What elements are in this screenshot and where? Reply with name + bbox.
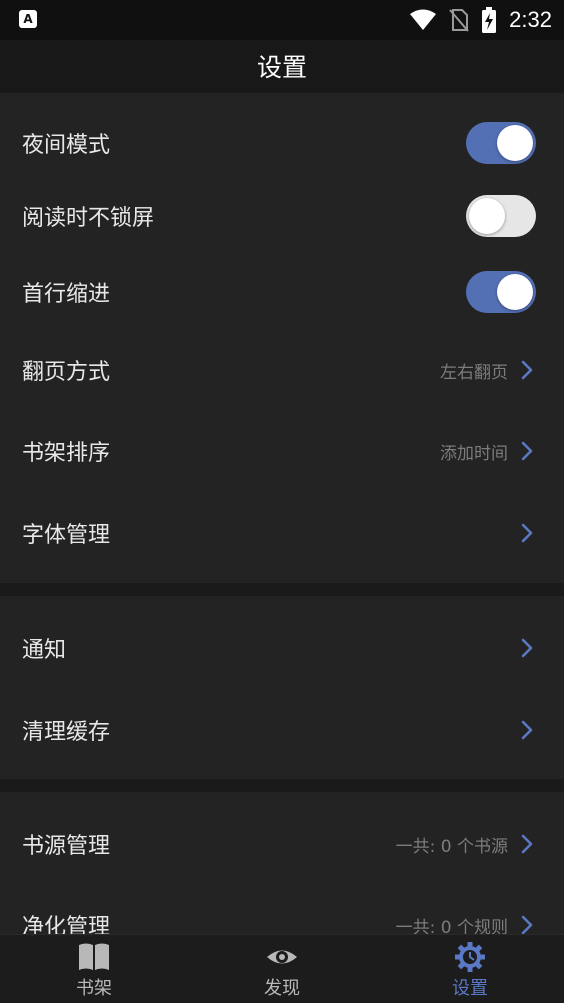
chevron-right-icon [521,915,533,935]
setting-value: 左右翻页 [440,362,508,383]
setting-label: 翻页方式 [22,360,111,385]
setting-value: 一共: 0 个书源 [395,836,508,857]
gear-icon [455,942,485,972]
app-bar: 设置 [0,40,564,92]
nav-tab-discover[interactable]: 发现 [188,935,376,1003]
setting-font-management[interactable]: 字体管理 [0,493,564,573]
setting-label: 阅读时不锁屏 [22,206,155,231]
nav-label: 发现 [264,978,300,999]
battery-charging-icon [482,7,497,33]
setting-label: 通知 [22,638,67,663]
page-title: 设置 [256,53,307,82]
setting-notification[interactable]: 通知 [0,608,564,688]
setting-label: 书架排序 [22,441,111,466]
status-icons: 2:32 [409,6,552,34]
setting-label: 书源管理 [22,834,111,859]
nav-tab-bookshelf[interactable]: 书架 [0,935,188,1003]
keep-screen-on-toggle[interactable] [466,195,536,237]
setting-label: 清理缓存 [22,720,111,745]
chevron-right-icon [521,720,533,740]
setting-label: 首行缩进 [22,282,111,307]
app-notification-icon: A [19,10,37,28]
no-sim-icon [449,9,469,32]
status-bar: A 2:32 [0,0,564,40]
setting-page-turn-mode[interactable]: 翻页方式 左右翻页 [0,330,564,410]
setting-source-management[interactable]: 书源管理 一共: 0 个书源 [0,804,564,884]
setting-first-line-indent[interactable]: 首行缩进 [0,253,564,331]
eye-icon [267,950,297,964]
bottom-navigation: 书架 发现 设置 [0,934,564,1003]
setting-keep-screen-on[interactable]: 阅读时不锁屏 [0,177,564,255]
setting-value: 添加时间 [440,443,508,464]
wifi-icon [410,9,437,30]
nav-label: 书架 [76,978,112,999]
chevron-right-icon [521,834,533,854]
nav-label: 设置 [452,978,488,999]
toggle-knob [469,198,505,234]
setting-clear-cache[interactable]: 清理缓存 [0,690,564,770]
setting-label: 字体管理 [22,523,111,548]
first-line-indent-toggle[interactable] [466,271,536,313]
chevron-right-icon [521,638,533,658]
chevron-right-icon [521,441,533,461]
chevron-right-icon [521,360,533,380]
setting-label: 夜间模式 [22,133,111,158]
status-time: 2:32 [509,7,552,32]
book-icon [79,943,109,970]
night-mode-toggle[interactable] [466,122,536,164]
setting-shelf-sort[interactable]: 书架排序 添加时间 [0,411,564,491]
settings-section-system: 通知 清理缓存 [0,596,564,779]
nav-tab-settings[interactable]: 设置 [376,935,564,1003]
toggle-knob [497,125,533,161]
toggle-knob [497,274,533,310]
settings-section-general: 夜间模式 阅读时不锁屏 首行缩进 翻页方式 左右翻页 书架排序 添加时间 字体管… [0,93,564,583]
chevron-right-icon [521,523,533,543]
